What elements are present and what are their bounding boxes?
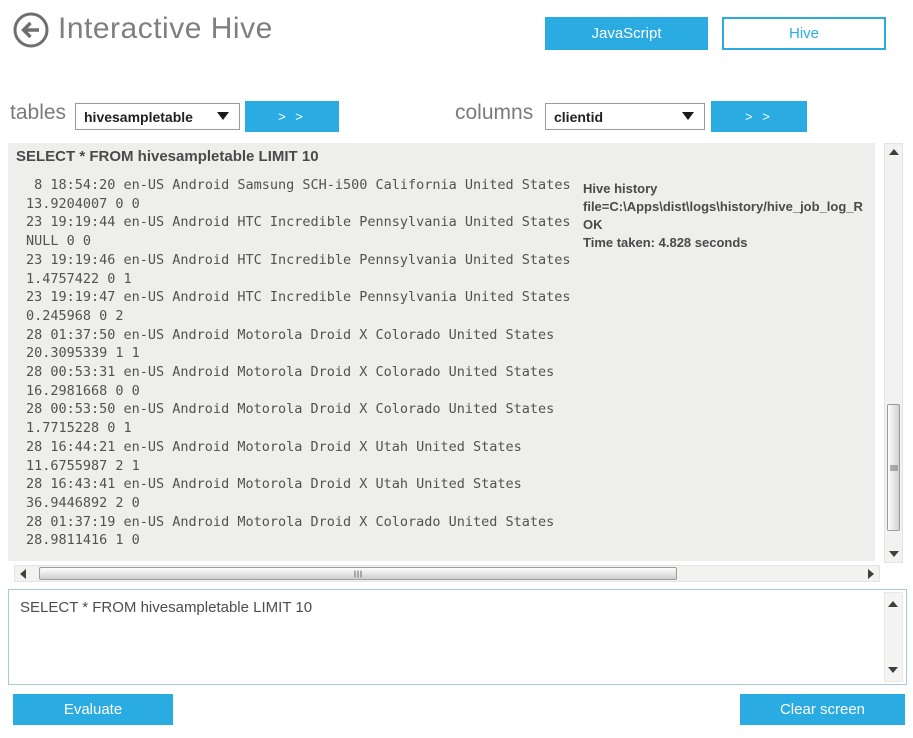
javascript-mode-button[interactable]: JavaScript (545, 17, 708, 50)
tables-dropdown[interactable]: hivesampletable (75, 103, 240, 130)
columns-dropdown-value: clientid (554, 108, 604, 125)
columns-dropdown[interactable]: clientid (545, 103, 705, 130)
scroll-down-icon[interactable] (889, 551, 899, 557)
hive-history-panel: Hive history file=C:\Apps\dist\logs\hist… (583, 180, 875, 252)
scroll-up-icon[interactable] (888, 601, 898, 607)
back-arrow-icon (12, 12, 50, 53)
output-vertical-scrollbar[interactable] (884, 143, 903, 563)
vertical-scrollbar-thumb[interactable] (887, 404, 900, 531)
hive-history-time: Time taken: 4.828 seconds (583, 235, 748, 250)
query-editor-input[interactable]: SELECT * FROM hivesampletable LIMIT 10 (9, 590, 879, 684)
tables-label: tables (10, 101, 67, 124)
query-output-header: SELECT * FROM hivesampletable LIMIT 10 (16, 148, 319, 165)
horizontal-scrollbar-thumb[interactable] (39, 567, 677, 580)
scroll-up-icon[interactable] (889, 149, 899, 155)
scroll-left-icon[interactable] (20, 569, 26, 579)
hive-history-file-line: file=C:\Apps\dist\logs\history/hive_job_… (583, 199, 863, 214)
clear-screen-button[interactable]: Clear screen (740, 694, 905, 725)
insert-column-button[interactable]: > > (711, 101, 807, 132)
scrollbar-grip (354, 570, 363, 577)
page-title: Interactive Hive (58, 12, 273, 45)
insert-table-button[interactable]: > > (245, 101, 339, 132)
hive-mode-button[interactable]: Hive (722, 17, 886, 50)
scrollbar-grip (889, 464, 898, 471)
evaluate-button[interactable]: Evaluate (13, 694, 173, 725)
chevron-down-icon (682, 112, 694, 120)
columns-label: columns (455, 101, 534, 124)
hive-history-status: OK (583, 217, 603, 232)
chevron-down-icon (217, 112, 229, 120)
back-button[interactable] (12, 11, 50, 49)
editor-vertical-scrollbar[interactable] (884, 592, 903, 682)
query-results-text: 8 18:54:20 en-US Android Samsung SCH-i50… (26, 177, 571, 549)
scroll-down-icon[interactable] (888, 667, 898, 673)
tables-dropdown-value: hivesampletable (84, 108, 193, 125)
query-editor-container: SELECT * FROM hivesampletable LIMIT 10 (8, 589, 907, 685)
output-horizontal-scrollbar[interactable] (14, 565, 880, 582)
hive-history-title: Hive history (583, 181, 658, 196)
query-output-panel: SELECT * FROM hivesampletable LIMIT 10 8… (8, 143, 875, 561)
scroll-right-icon[interactable] (868, 569, 874, 579)
